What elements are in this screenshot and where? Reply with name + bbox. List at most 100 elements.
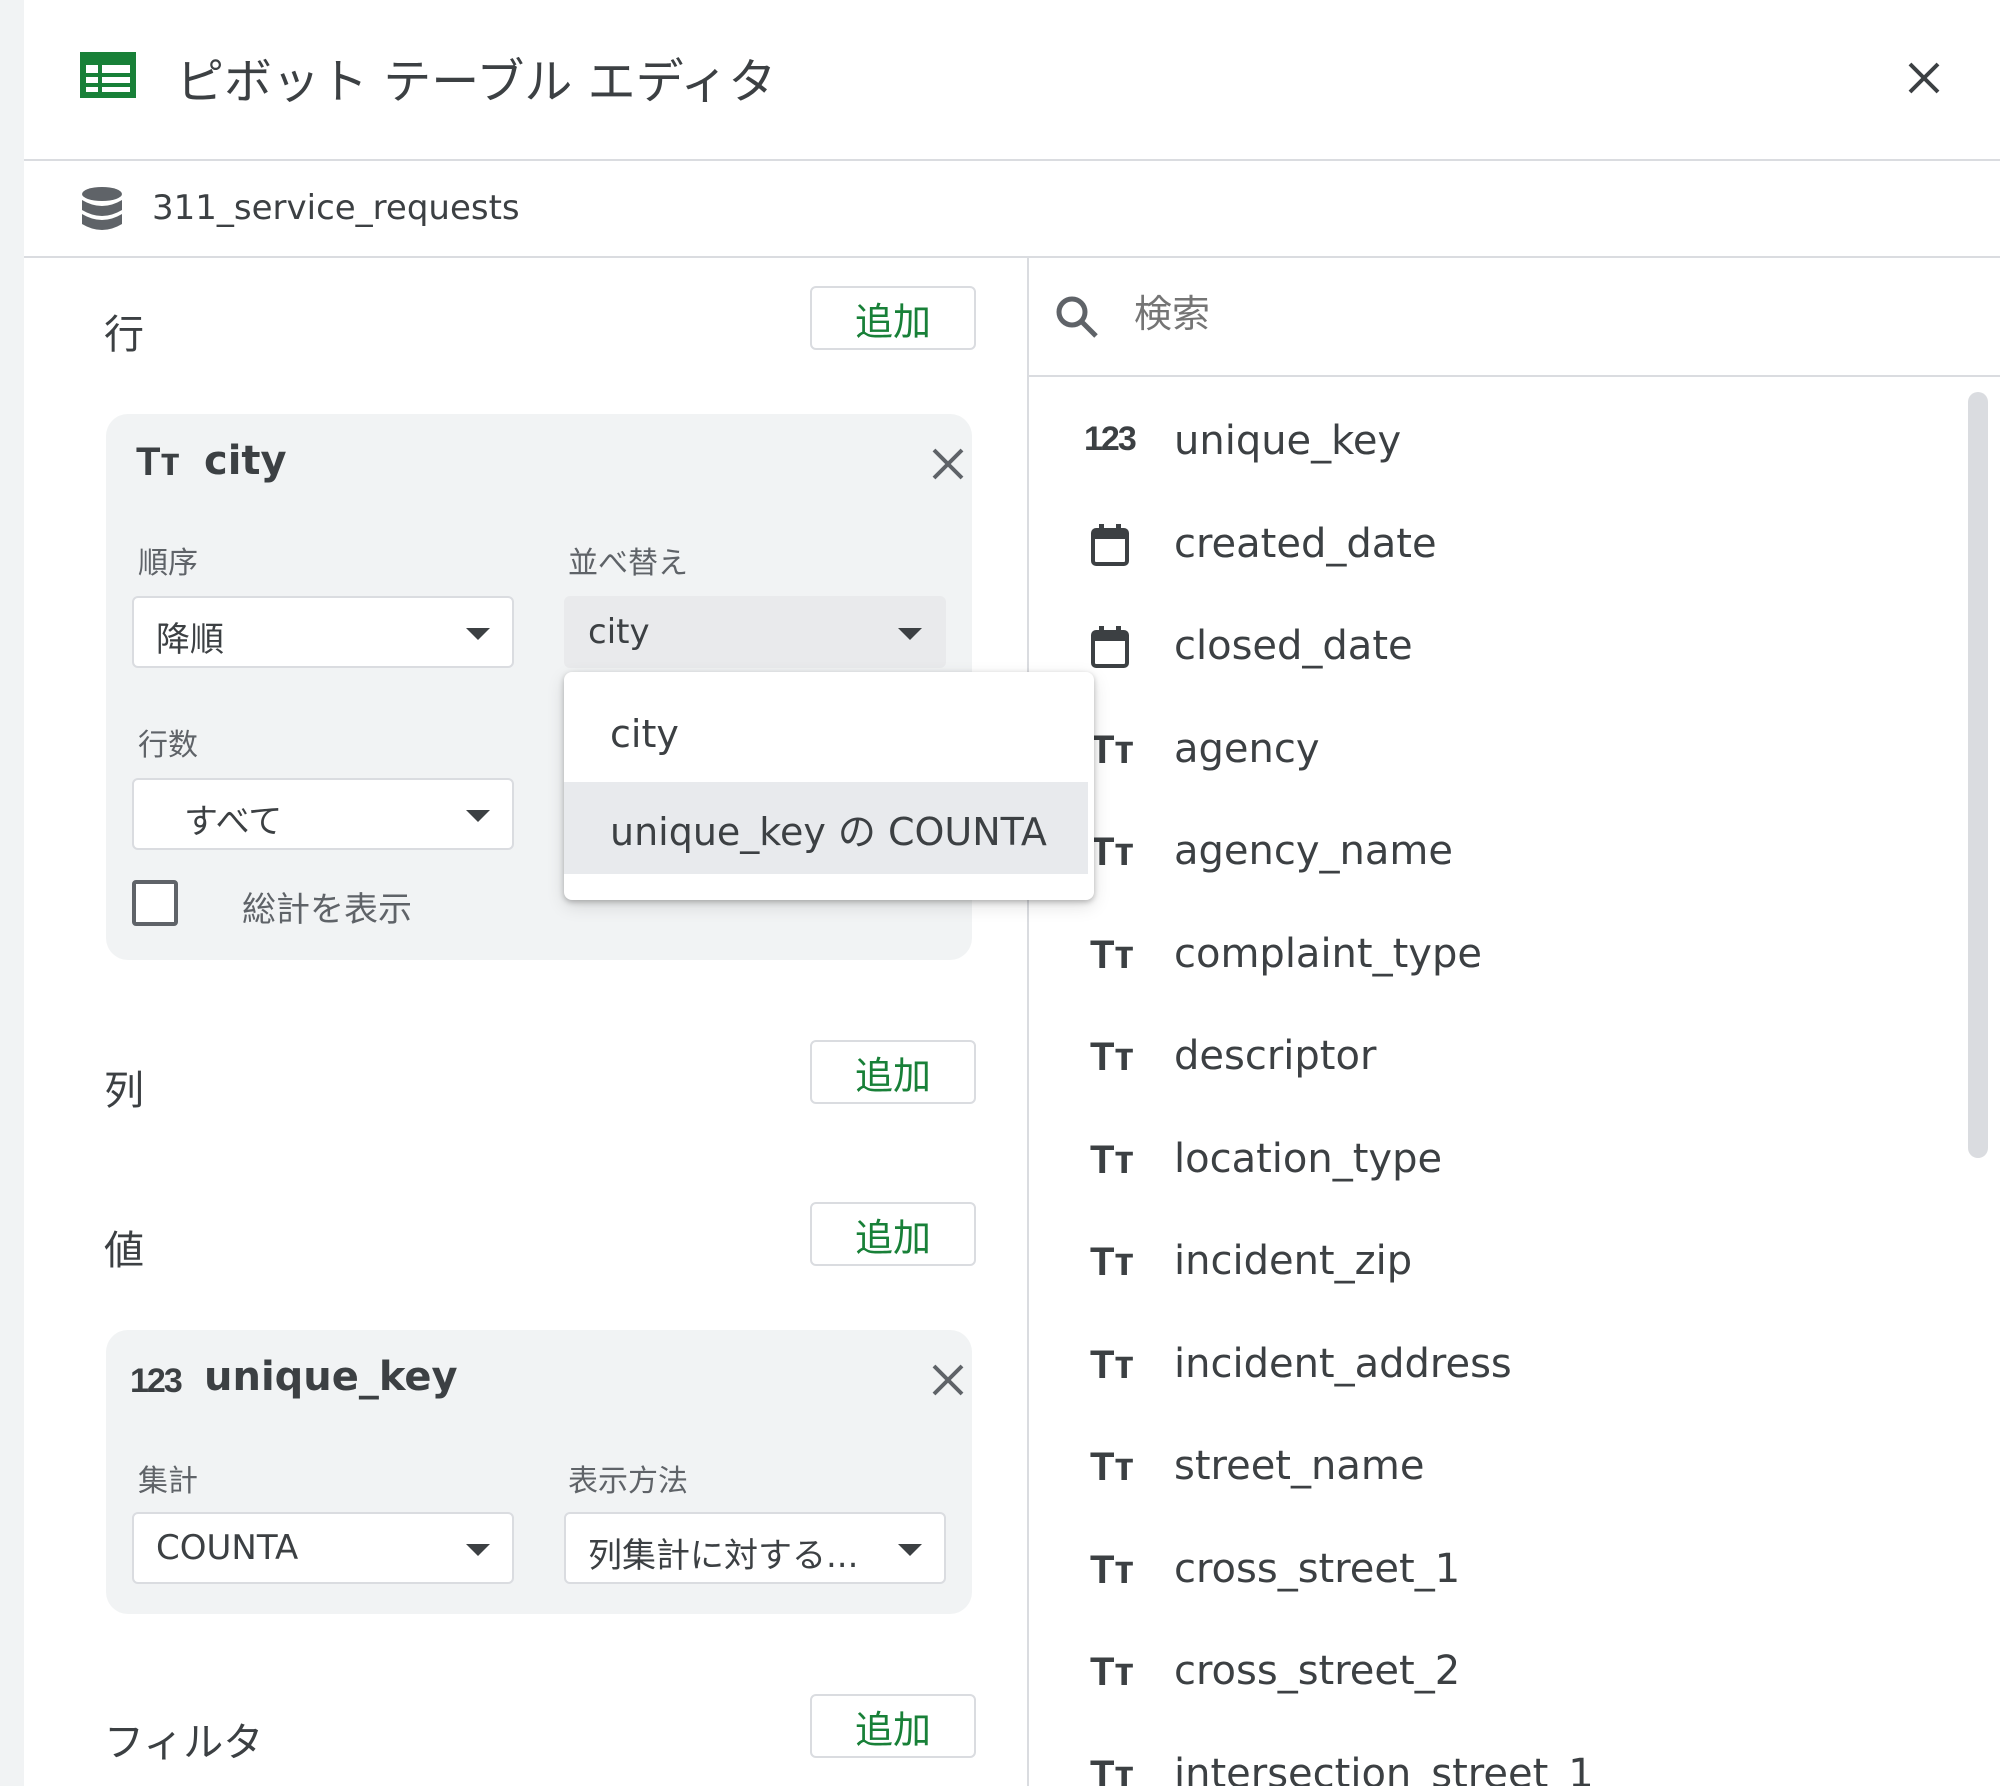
number-type-icon: 123 bbox=[130, 1362, 183, 1400]
columns-add-button[interactable]: 追加 bbox=[810, 1040, 976, 1104]
columns-section-label: 列 bbox=[104, 1068, 144, 1114]
values-section-label: 値 bbox=[104, 1228, 144, 1274]
text-type-icon: Tт bbox=[1090, 1548, 1146, 1596]
panel-title: ピボット テーブル エディタ bbox=[176, 54, 777, 110]
text-type-icon: Tт bbox=[136, 440, 181, 484]
field-name: unique_key bbox=[1174, 418, 1402, 464]
summarize-by-label: 集計 bbox=[138, 1464, 198, 1499]
calendar-icon bbox=[1090, 523, 1146, 571]
text-type-icon-text: Tт bbox=[1090, 1137, 1135, 1182]
text-type-icon: Tт bbox=[1090, 1445, 1146, 1493]
summarize-by-value: COUNTA bbox=[156, 1528, 299, 1568]
field-list-item[interactable]: Tт intersection_street_1 bbox=[1054, 1731, 1954, 1786]
text-type-icon: Tт bbox=[1090, 1240, 1146, 1288]
header-divider bbox=[24, 159, 2000, 161]
field-list-item[interactable]: Tт agency_name bbox=[1054, 808, 1954, 898]
field-list-item[interactable]: closed_date bbox=[1054, 603, 1954, 693]
field-name: agency_name bbox=[1174, 828, 1453, 874]
field-name: location_type bbox=[1174, 1135, 1443, 1182]
field-name: incident_zip bbox=[1174, 1238, 1413, 1284]
column-divider bbox=[1027, 258, 1029, 1786]
field-list-item[interactable]: Tт incident_address bbox=[1054, 1321, 1954, 1411]
values-add-button[interactable]: 追加 bbox=[810, 1202, 976, 1266]
calendar-icon bbox=[1090, 625, 1146, 673]
order-label: 順序 bbox=[138, 546, 198, 581]
field-list-item[interactable]: Tт incident_zip bbox=[1054, 1218, 1954, 1308]
field-list-item[interactable]: Tт cross_street_1 bbox=[1054, 1526, 1954, 1616]
field-name: street_name bbox=[1174, 1443, 1425, 1489]
text-type-icon: Tт bbox=[1090, 1035, 1146, 1083]
filters-section-label: フィルタ bbox=[104, 1720, 264, 1766]
value-field-name: unique_key bbox=[204, 1354, 458, 1400]
data-source-name: 311_service_requests bbox=[152, 188, 520, 228]
field-list-item[interactable]: Tт descriptor bbox=[1054, 1013, 1954, 1103]
search-icon bbox=[1054, 294, 1100, 344]
field-name: descriptor bbox=[1174, 1033, 1377, 1079]
text-type-icon-text: Tт bbox=[1090, 727, 1135, 772]
field-name: agency bbox=[1174, 725, 1320, 772]
field-name: intersection_street_1 bbox=[1174, 1750, 1594, 1786]
order-select[interactable]: 降順 bbox=[132, 596, 514, 668]
show-as-select[interactable]: 列集計に対する... bbox=[564, 1512, 946, 1584]
field-list-item[interactable]: Tт street_name bbox=[1054, 1423, 1954, 1513]
chevron-down-icon bbox=[466, 1544, 490, 1556]
field-name: created_date bbox=[1174, 520, 1437, 567]
sort-by-label: 並べ替え bbox=[568, 546, 688, 581]
text-type-icon: Tт bbox=[1090, 830, 1146, 878]
field-name: incident_address bbox=[1174, 1340, 1512, 1387]
remove-value-field-button[interactable] bbox=[928, 1360, 968, 1400]
field-name: closed_date bbox=[1174, 623, 1413, 669]
chevron-down-icon bbox=[466, 810, 490, 822]
field-list-item[interactable]: Tт location_type bbox=[1054, 1116, 1954, 1206]
text-type-icon-text: Tт bbox=[1090, 1240, 1135, 1284]
text-type-icon: Tт bbox=[1090, 1343, 1146, 1391]
text-type-icon-text: Tт bbox=[1090, 1547, 1135, 1592]
database-icon bbox=[80, 186, 124, 236]
text-type-icon: Tт bbox=[1090, 1138, 1146, 1186]
close-button[interactable] bbox=[1902, 56, 1946, 100]
row-count-select[interactable]: すべて bbox=[132, 778, 514, 850]
field-list-item[interactable]: Tт complaint_type bbox=[1054, 911, 1954, 1001]
sort-option-counta[interactable]: unique_key の COUNTA bbox=[564, 782, 1088, 874]
text-type-icon-text: Tт bbox=[1090, 1342, 1135, 1387]
search-divider bbox=[1029, 375, 2000, 377]
sort-by-dropdown-menu: city unique_key の COUNTA bbox=[564, 672, 1094, 900]
text-type-icon-text: Tт bbox=[1090, 830, 1135, 874]
rows-add-button[interactable]: 追加 bbox=[810, 286, 976, 350]
remove-row-field-button[interactable] bbox=[928, 444, 968, 484]
text-type-icon-text: Tт bbox=[1090, 1650, 1135, 1694]
sort-by-select[interactable]: city bbox=[564, 596, 946, 668]
field-name: cross_street_2 bbox=[1174, 1648, 1461, 1694]
order-value: 降順 bbox=[156, 620, 224, 660]
show-totals-label: 総計を表示 bbox=[242, 890, 412, 930]
show-totals-checkbox[interactable] bbox=[132, 880, 178, 926]
text-type-icon: Tт bbox=[1090, 1650, 1146, 1698]
field-list-item[interactable]: Tт agency bbox=[1054, 706, 1954, 796]
field-list-item[interactable]: created_date bbox=[1054, 501, 1954, 591]
field-list-item[interactable]: Tт cross_street_2 bbox=[1054, 1628, 1954, 1718]
show-as-label: 表示方法 bbox=[568, 1464, 688, 1499]
close-icon bbox=[932, 1364, 964, 1396]
chevron-down-icon bbox=[898, 1544, 922, 1556]
pivot-table-icon bbox=[80, 52, 136, 102]
text-type-icon: Tт bbox=[1090, 1753, 1146, 1786]
row-count-value: すべて bbox=[184, 802, 283, 842]
summarize-by-select[interactable]: COUNTA bbox=[132, 1512, 514, 1584]
sort-by-value: city bbox=[588, 612, 650, 652]
field-list-item[interactable]: 123 unique_key bbox=[1054, 398, 1954, 488]
pivot-table-editor-panel: ピボット テーブル エディタ 311_service_requests 行 追加… bbox=[24, 0, 2000, 1786]
filters-add-button[interactable]: 追加 bbox=[810, 1694, 976, 1758]
field-name: cross_street_1 bbox=[1174, 1545, 1461, 1592]
text-type-icon-text: Tт bbox=[1090, 1035, 1135, 1079]
rows-section-label: 行 bbox=[104, 312, 144, 358]
field-list-scrollbar[interactable] bbox=[1968, 392, 1988, 1158]
text-type-icon-text: Tт bbox=[1090, 932, 1135, 977]
text-type-icon-text: Tт bbox=[1090, 1752, 1135, 1786]
number-type-icon: 123 bbox=[1084, 420, 1140, 468]
sort-option-city[interactable]: city bbox=[564, 688, 1088, 780]
text-type-icon-text: Tт bbox=[1090, 1445, 1135, 1489]
chevron-down-icon bbox=[898, 628, 922, 640]
field-search-input[interactable] bbox=[1134, 284, 1954, 344]
row-field-name: city bbox=[204, 438, 287, 484]
number-type-icon-text: 123 bbox=[1084, 420, 1137, 458]
